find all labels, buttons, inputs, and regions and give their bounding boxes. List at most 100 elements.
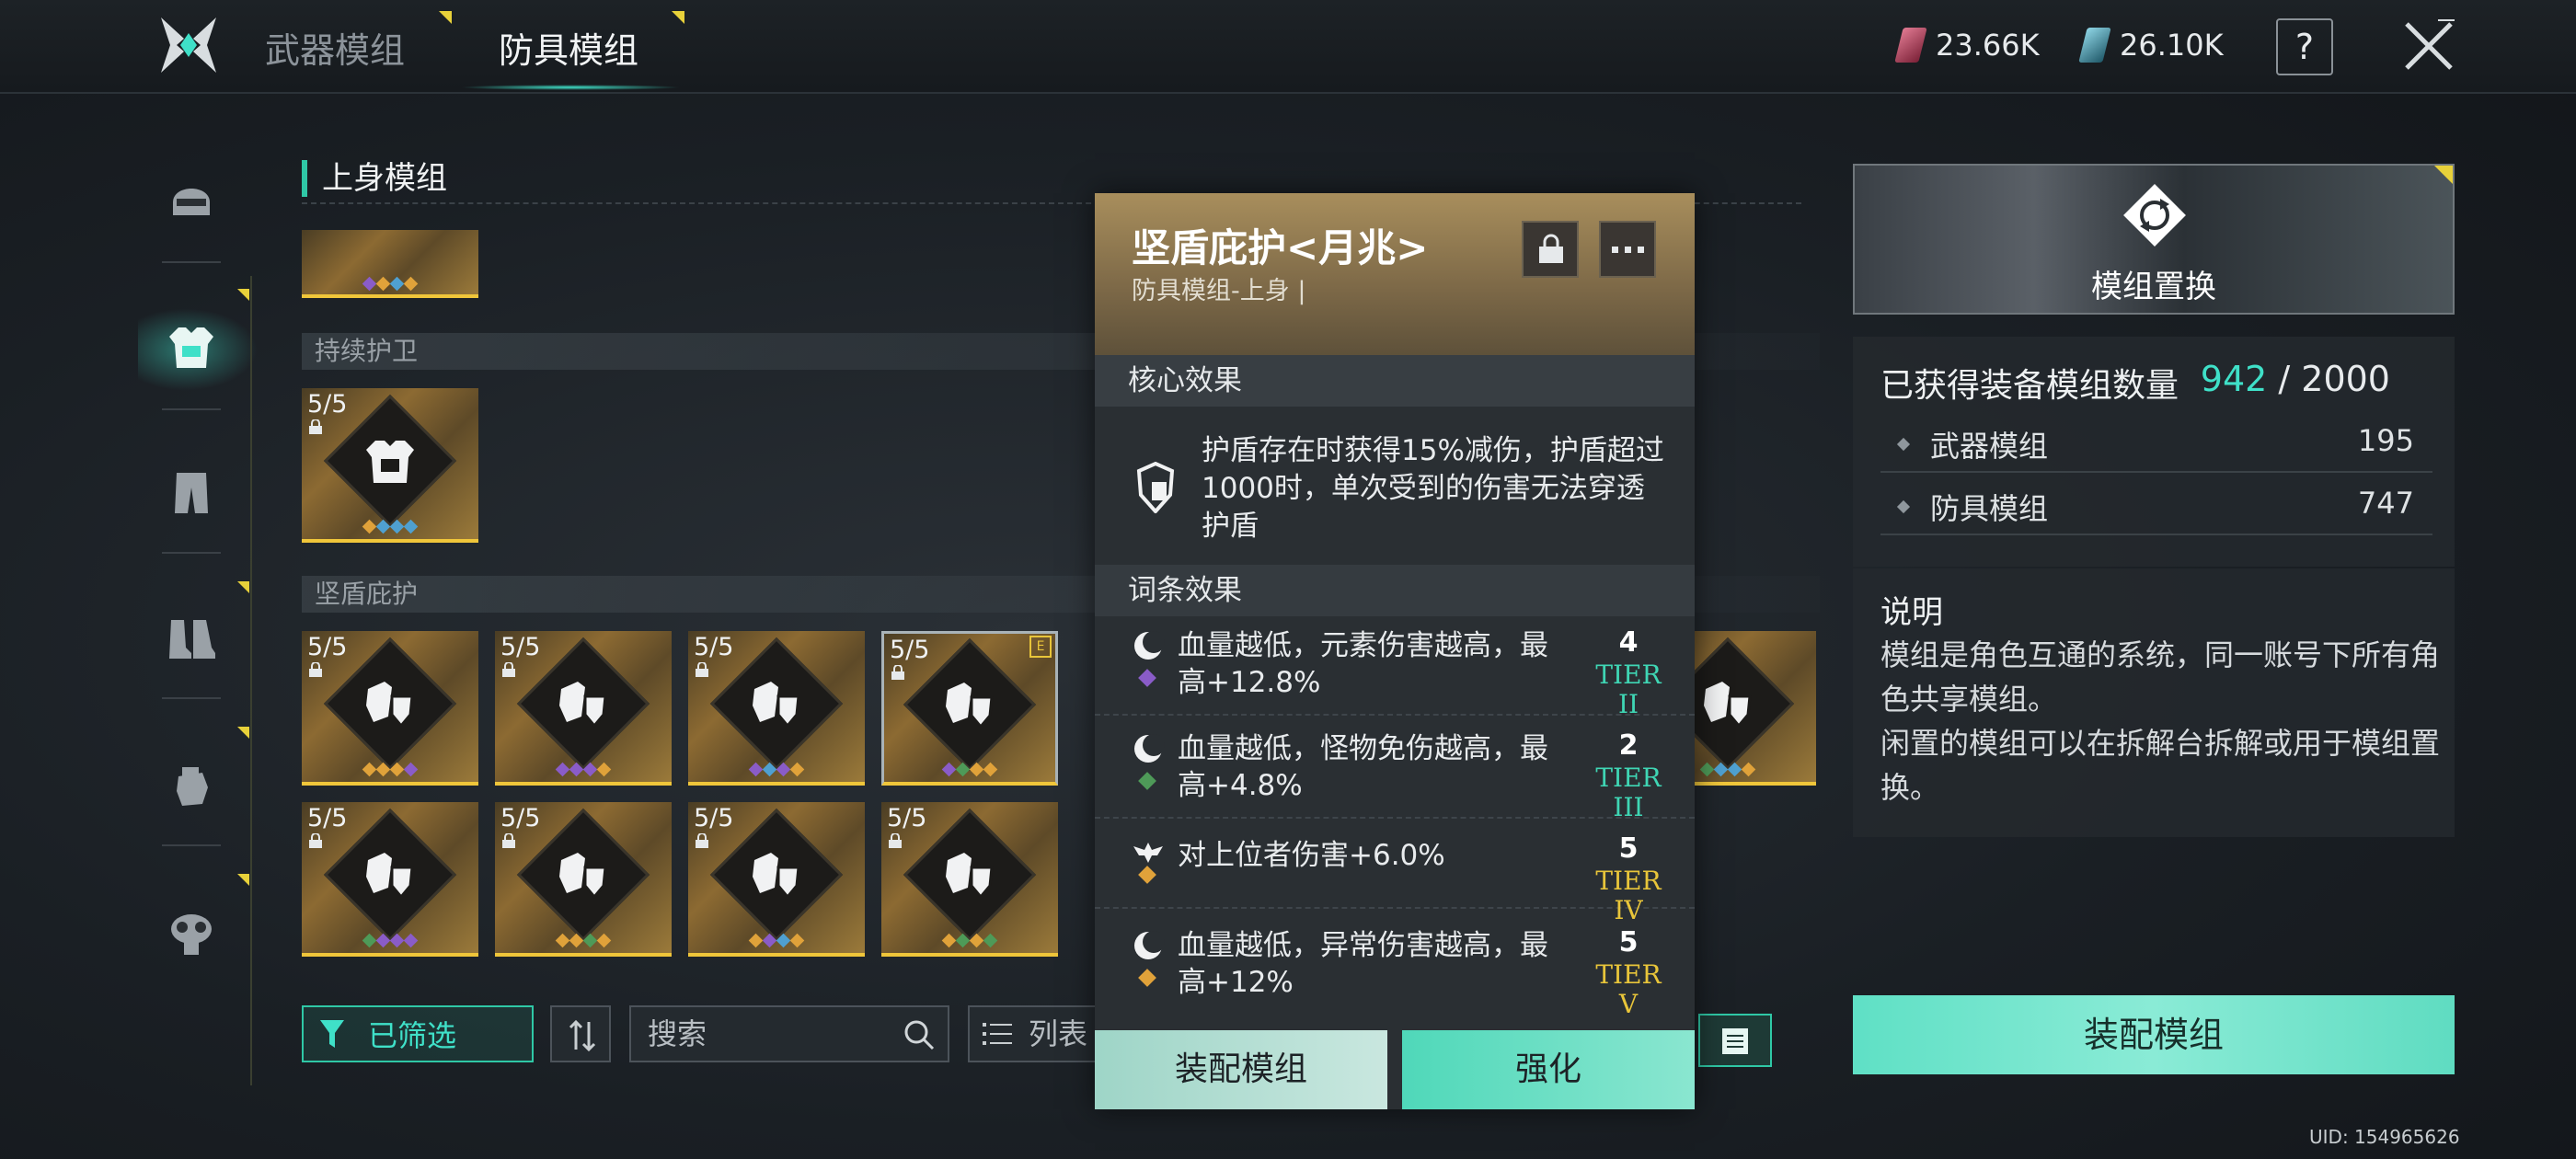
mod-card[interactable]: 5/5 xyxy=(495,631,672,786)
trait-level: 5 TIER V xyxy=(1582,925,1674,1019)
nav-new-marker xyxy=(237,581,249,593)
mod-card[interactable]: 5/5 xyxy=(302,802,478,957)
trait-level-number: 5 xyxy=(1618,832,1639,865)
quality-dot xyxy=(1741,762,1756,777)
game-logo-icon xyxy=(161,17,216,73)
bullet-icon xyxy=(1896,499,1911,514)
quality-dot xyxy=(596,762,612,777)
quality-dot xyxy=(362,762,377,777)
shield-mod-icon xyxy=(559,852,607,900)
stats-separator: / xyxy=(2267,359,2302,399)
trait-level: 5 TIER IV xyxy=(1582,832,1674,925)
close-icon[interactable] xyxy=(2401,18,2456,74)
filter-label: 已筛选 xyxy=(368,1018,457,1053)
nav-new-marker xyxy=(237,874,249,886)
trait-quality-dot xyxy=(1138,969,1156,987)
active-tab-indicator xyxy=(460,85,681,90)
red-crystal-icon xyxy=(1894,28,1927,63)
shield-mod-icon xyxy=(366,681,414,729)
trait-tier: TIER IV xyxy=(1595,866,1662,925)
nav-separator xyxy=(162,261,221,263)
more-options-button[interactable] xyxy=(1599,221,1656,278)
search-icon[interactable] xyxy=(902,1017,937,1052)
boots-icon[interactable] xyxy=(166,611,217,662)
lock-icon xyxy=(502,662,515,677)
helmet-icon[interactable] xyxy=(166,175,217,226)
lock-icon xyxy=(889,833,902,848)
traits-header: 词条效果 xyxy=(1095,565,1695,616)
mod-swap-card[interactable]: 模组置换 xyxy=(1853,164,2455,315)
quality-dot xyxy=(375,762,391,777)
mod-count: 5/5 xyxy=(694,633,734,661)
quality-dot xyxy=(403,933,419,948)
detail-list-button[interactable] xyxy=(1698,1014,1772,1067)
mod-count: 5/5 xyxy=(307,804,348,832)
mod-count: 5/5 xyxy=(307,390,348,419)
quality-dot xyxy=(1727,762,1742,777)
description-line: 模组是角色互通的系统，同一账号下所有角色共享模组。 xyxy=(1880,637,2441,717)
lock-icon xyxy=(891,665,904,680)
quality-dot xyxy=(555,762,570,777)
stat-value: 747 xyxy=(2357,486,2414,521)
mod-card[interactable]: 5/5 xyxy=(881,802,1058,957)
mod-card-selected[interactable]: 5/5 E xyxy=(881,631,1058,786)
shield-mod-icon xyxy=(946,683,994,729)
nav-new-marker xyxy=(237,727,249,739)
moon-icon xyxy=(1134,734,1165,763)
trait-tier: TIER V xyxy=(1595,959,1662,1019)
description-line: 闲置的模组可以在拆解台拆解或用于模组置换。 xyxy=(1880,726,2441,805)
shield-core-icon xyxy=(1136,462,1175,513)
sort-icon xyxy=(569,1020,596,1051)
mod-card[interactable]: 5/5 xyxy=(688,802,865,957)
popup-subtitle: 防具模组-上身 | xyxy=(1132,277,1306,305)
mod-card[interactable]: 5/5 xyxy=(495,802,672,957)
popup-title: 坚盾庇护<月兆> xyxy=(1132,225,1429,270)
body-armor-icon[interactable] xyxy=(166,322,217,373)
lock-icon xyxy=(309,833,322,848)
nav-separator xyxy=(162,697,221,699)
mod-count: 5/5 xyxy=(887,804,927,832)
document-icon xyxy=(1722,1028,1748,1054)
pants-icon[interactable] xyxy=(166,467,217,519)
moon-icon xyxy=(1134,631,1165,660)
shield-mod-icon xyxy=(366,852,414,900)
quality-dot xyxy=(776,762,791,777)
lock-icon xyxy=(309,419,322,434)
shield-mod-icon xyxy=(559,681,607,729)
trait-level-number: 4 xyxy=(1618,626,1639,659)
armor-vest-icon xyxy=(366,440,414,483)
currency-blue: 26.10K xyxy=(2078,28,2224,63)
equipped-badge: E xyxy=(1029,636,1052,658)
mod-card[interactable]: 5/5 xyxy=(688,631,865,786)
lock-button[interactable] xyxy=(1522,221,1579,278)
quality-dot xyxy=(1699,762,1715,777)
tab-weapon-mods[interactable]: 武器模组 xyxy=(265,22,405,73)
stat-label: 防具模组 xyxy=(1930,491,2049,526)
mod-count: 5/5 xyxy=(500,804,541,832)
gas-mask-icon[interactable] xyxy=(166,907,217,958)
equip-mod-button[interactable]: 装配模组 xyxy=(1853,995,2455,1074)
description-panel: 说明 模组是角色互通的系统，同一账号下所有角色共享模组。 闲置的模组可以在拆解台… xyxy=(1853,568,2455,837)
quality-dot xyxy=(362,933,377,948)
quality-dot xyxy=(762,933,777,948)
enhance-button[interactable]: 强化 xyxy=(1402,1030,1695,1109)
help-button[interactable]: ? xyxy=(2276,18,2333,75)
mod-card[interactable]: 5/5 xyxy=(302,388,478,543)
shield-mod-icon xyxy=(753,852,800,900)
popup-equip-button[interactable]: 装配模组 xyxy=(1095,1030,1387,1109)
sort-button[interactable] xyxy=(550,1005,611,1062)
filter-button[interactable]: 已筛选 xyxy=(302,1005,534,1062)
moon-icon xyxy=(1134,931,1165,959)
gloves-icon[interactable] xyxy=(166,760,217,811)
mod-card[interactable]: 5/5 xyxy=(302,631,478,786)
currency-red-value: 23.66K xyxy=(1936,28,2040,63)
currency-blue-value: 26.10K xyxy=(2120,28,2224,63)
quality-dot xyxy=(555,933,570,948)
tab-armor-mods[interactable]: 防具模组 xyxy=(499,22,638,73)
quality-dot xyxy=(789,762,805,777)
swap-label: 模组置换 xyxy=(2091,269,2216,305)
mod-count: 5/5 xyxy=(694,804,734,832)
trait-quality-dot xyxy=(1138,669,1156,687)
quality-dot xyxy=(983,933,998,948)
mod-card-partial[interactable] xyxy=(302,230,478,298)
